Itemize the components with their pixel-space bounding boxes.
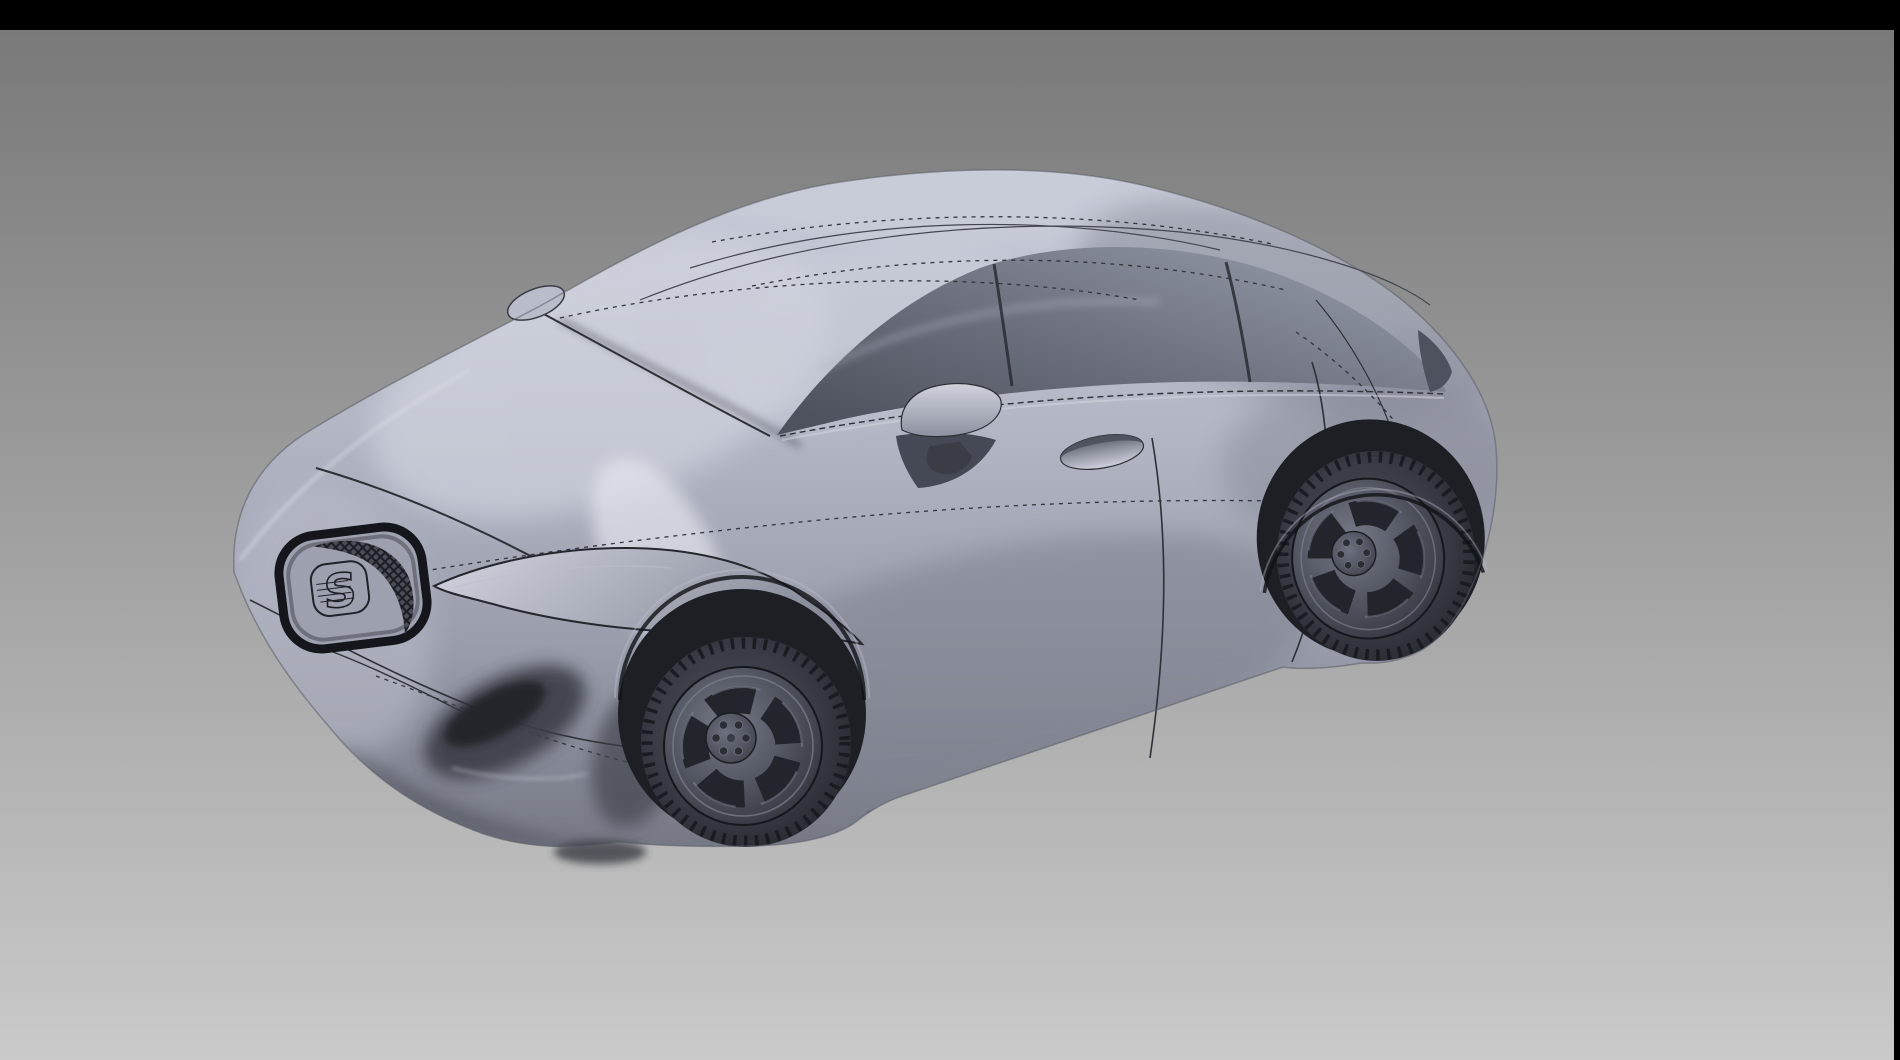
grille[interactable]: S — [275, 523, 432, 654]
front-hub-cap — [727, 734, 735, 742]
letterbox-top — [0, 0, 1900, 30]
letterbox-right — [1894, 0, 1900, 1060]
render-stage: S — [0, 0, 1900, 1060]
logo-letter: S — [323, 562, 357, 620]
viewport-3d[interactable]: S — [0, 0, 1900, 1060]
